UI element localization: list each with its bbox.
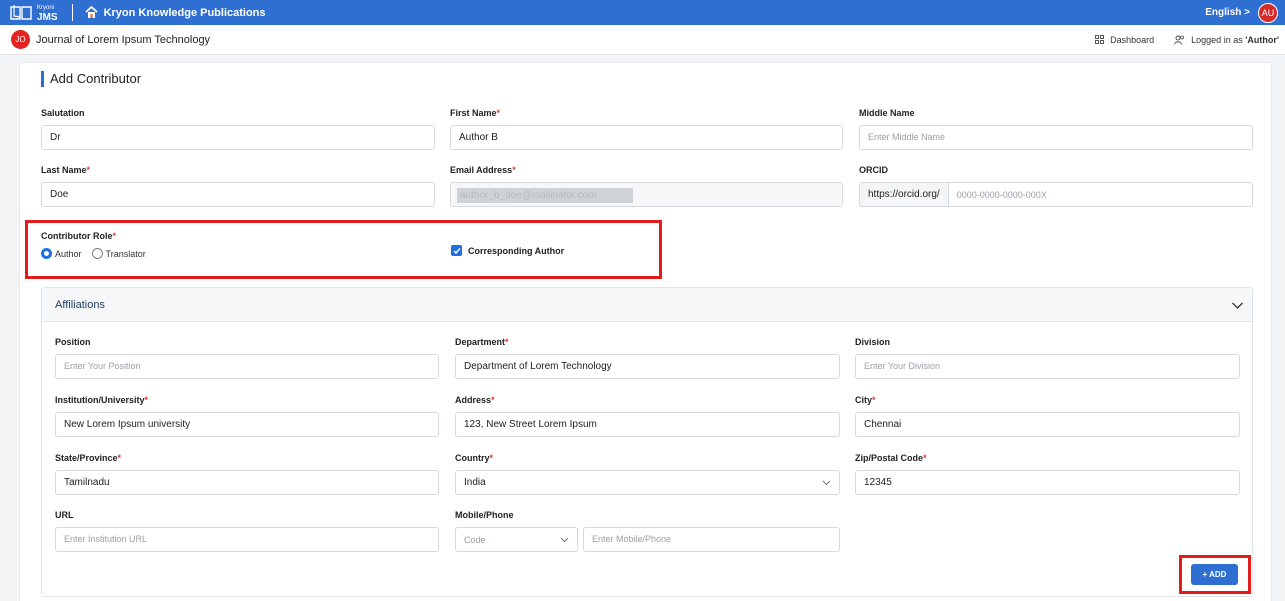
department-label: Department*	[455, 337, 509, 347]
contributor-role-group: Author Translator	[41, 248, 156, 259]
affiliations-panel: Affiliations Position Department* Divisi…	[41, 287, 1253, 597]
chevron-down-icon[interactable]	[1231, 299, 1244, 312]
top-divider	[71, 4, 73, 21]
logged-in-role: 'Author'	[1245, 34, 1279, 45]
division-input[interactable]	[855, 354, 1240, 379]
logged-in-info[interactable]: Logged in as 'Author'	[1174, 35, 1279, 45]
page-title: Add Contributor	[41, 71, 141, 87]
position-label: Position	[55, 337, 91, 347]
salutation-input[interactable]	[41, 125, 435, 150]
email-input[interactable]: author_b_doe@mailinator.com	[450, 182, 843, 207]
corresponding-author-label[interactable]: Corresponding Author	[468, 246, 564, 256]
contributor-role-label: Contributor Role*	[41, 231, 117, 241]
zip-label: Zip/Postal Code*	[855, 453, 927, 463]
grid-icon	[1095, 35, 1105, 44]
middle-name-input[interactable]	[859, 125, 1253, 150]
publication-title[interactable]: Kryon Knowledge Publications	[104, 7, 266, 19]
last-name-input[interactable]	[41, 182, 435, 207]
affiliations-title: Affiliations	[55, 298, 105, 311]
check-icon	[452, 247, 461, 254]
add-affiliation-button[interactable]: + ADD	[1191, 564, 1238, 585]
corresponding-author-row: Corresponding Author	[451, 245, 564, 256]
logo-big-text: JMS	[37, 11, 58, 23]
country-label: Country*	[455, 453, 494, 463]
orcid-field: https://orcid.org/	[859, 182, 1253, 207]
corresponding-author-checkbox[interactable]	[451, 245, 462, 256]
first-name-input[interactable]	[450, 125, 843, 150]
logged-in-prefix: Logged in as	[1191, 34, 1243, 45]
orcid-input[interactable]	[948, 183, 1252, 206]
chevron-down-icon	[822, 480, 831, 486]
zip-input[interactable]	[855, 470, 1240, 495]
journal-avatar: JO	[11, 30, 30, 49]
language-label: English	[1205, 7, 1242, 18]
chevron-down-icon	[560, 537, 569, 543]
division-label: Division	[855, 337, 891, 347]
country-value: India	[464, 477, 486, 488]
home-icon[interactable]	[84, 6, 98, 19]
journal-title: Journal of Lorem Ipsum Technology	[36, 33, 211, 46]
address-label: Address*	[455, 395, 495, 405]
orcid-label: ORCID	[859, 165, 888, 175]
mobile-input[interactable]	[583, 527, 840, 552]
mobile-label: Mobile/Phone	[455, 510, 514, 520]
state-input[interactable]	[55, 470, 439, 495]
address-input[interactable]	[455, 412, 840, 437]
institution-label: Institution/University*	[55, 395, 149, 405]
middle-name-label: Middle Name	[859, 108, 915, 118]
department-input[interactable]	[455, 354, 840, 379]
last-name-label: Last Name*	[41, 165, 91, 175]
role-translator-label[interactable]: Translator	[106, 249, 146, 259]
role-translator-radio[interactable]	[91, 248, 103, 259]
city-input[interactable]	[855, 412, 1240, 437]
position-input[interactable]	[55, 354, 439, 379]
country-select[interactable]: India	[455, 470, 840, 495]
language-selector[interactable]: English >	[1205, 7, 1250, 18]
journal-bar: JO Journal of Lorem Ipsum Technology Das…	[0, 25, 1285, 55]
first-name-label: First Name*	[450, 108, 501, 118]
url-label: URL	[55, 510, 74, 520]
app-logo[interactable]: Kryoni JMS	[9, 4, 58, 22]
role-author-radio[interactable]	[41, 248, 52, 259]
user-avatar[interactable]: AU	[1258, 2, 1278, 23]
role-author-label[interactable]: Author	[55, 249, 82, 259]
users-icon	[1174, 35, 1185, 45]
url-input[interactable]	[55, 527, 439, 552]
book-logo-icon	[10, 5, 32, 20]
dashboard-link[interactable]: Dashboard	[1095, 35, 1154, 45]
phone-code-placeholder: Code	[464, 534, 486, 545]
chevron-right-icon: >	[1244, 7, 1250, 18]
state-label: State/Province*	[55, 453, 122, 463]
orcid-prefix: https://orcid.org/	[860, 183, 949, 206]
email-value: author_b_doe@mailinator.com	[457, 188, 633, 203]
add-contributor-card: Add Contributor Salutation First Name* M…	[19, 62, 1272, 601]
institution-input[interactable]	[55, 412, 439, 437]
salutation-label: Salutation	[41, 108, 85, 118]
affiliations-header[interactable]: Affiliations	[42, 288, 1252, 322]
phone-code-select[interactable]: Code	[455, 527, 578, 552]
email-label: Email Address*	[450, 165, 516, 175]
dashboard-label: Dashboard	[1110, 34, 1155, 45]
city-label: City*	[855, 395, 876, 405]
top-navigation-bar: Kryoni JMS Kryon Knowledge Publications …	[0, 0, 1285, 25]
